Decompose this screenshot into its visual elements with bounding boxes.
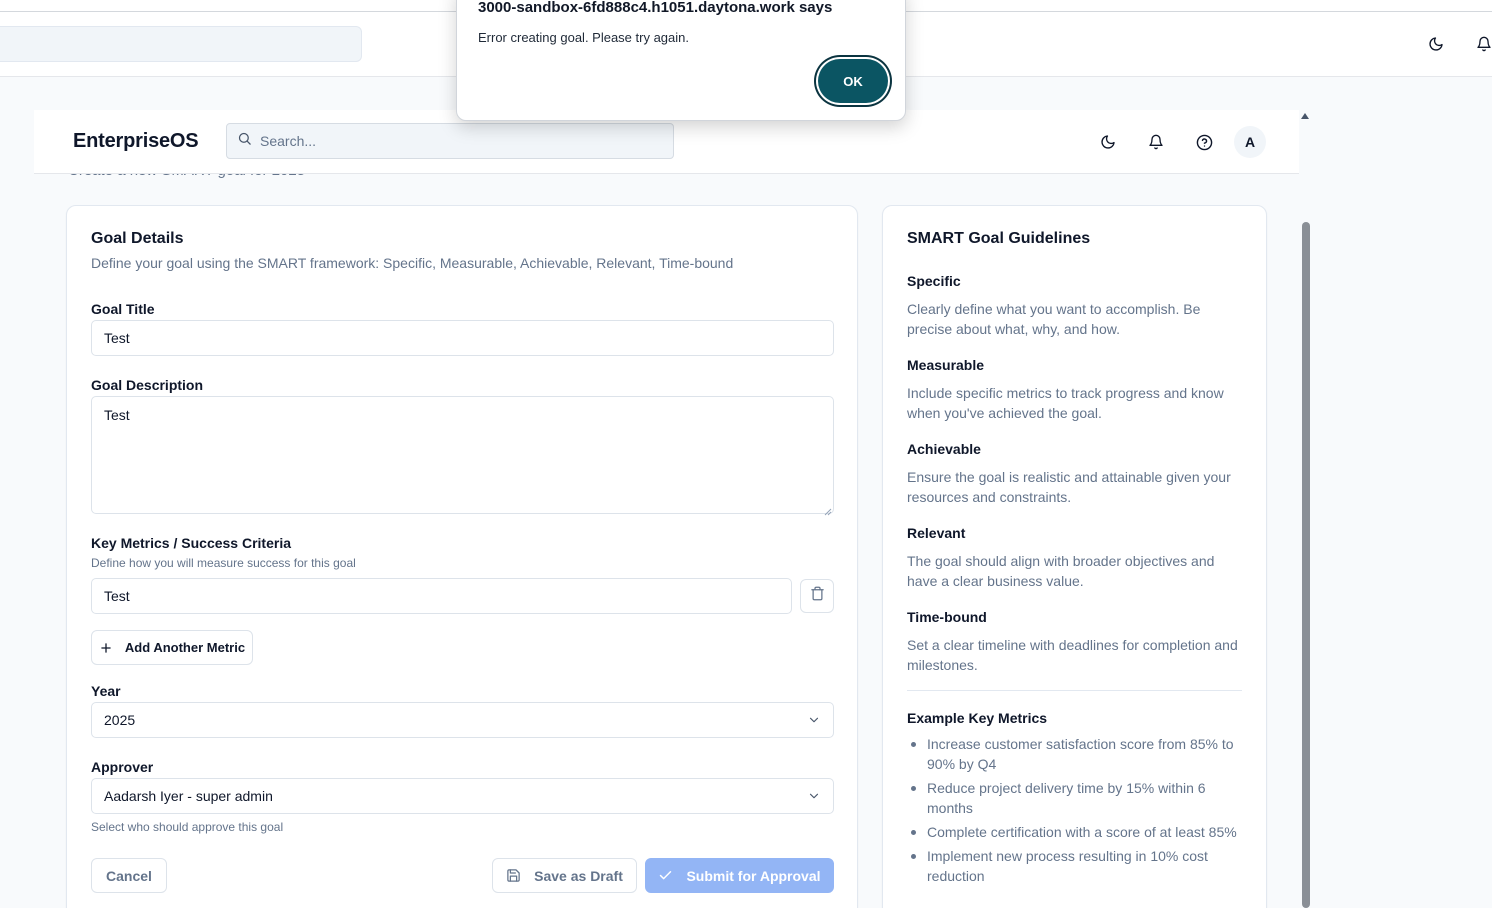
chevron-down-icon bbox=[807, 789, 821, 806]
resize-handle-icon[interactable] bbox=[823, 503, 832, 521]
chevron-down-icon bbox=[807, 713, 821, 730]
metrics-label: Key Metrics / Success Criteria bbox=[91, 535, 291, 551]
scroll-up-arrow-icon[interactable] bbox=[1301, 113, 1309, 119]
outer-search-input[interactable] bbox=[0, 26, 362, 62]
moon-icon[interactable] bbox=[1096, 130, 1120, 154]
list-item: Implement new process resulting in 10% c… bbox=[907, 846, 1247, 886]
guideline-relevant-text: The goal should align with broader objec… bbox=[907, 553, 1215, 589]
guideline-achievable-title: Achievable bbox=[907, 441, 981, 457]
guideline-specific-text: Clearly define what you want to accompli… bbox=[907, 301, 1201, 337]
submit-approval-label: Submit for Approval bbox=[686, 867, 821, 884]
approver-select[interactable]: Aadarsh Iyer - super admin bbox=[91, 778, 834, 814]
search-bar[interactable] bbox=[226, 123, 674, 159]
approver-value: Aadarsh Iyer - super admin bbox=[104, 788, 273, 804]
list-item: Increase customer satisfaction score fro… bbox=[907, 734, 1247, 774]
save-draft-button[interactable]: Save as Draft bbox=[492, 858, 637, 893]
smart-guidelines-card: SMART Goal Guidelines Specific Clearly d… bbox=[882, 205, 1267, 908]
list-item: Complete certification with a score of a… bbox=[907, 822, 1247, 842]
goal-details-title: Goal Details bbox=[91, 230, 184, 247]
guideline-measurable-title: Measurable bbox=[907, 357, 985, 373]
app-frame: EnterpriseOS A Create a new SMART goal f… bbox=[34, 110, 1299, 908]
bell-icon[interactable] bbox=[1474, 34, 1492, 54]
guideline-specific-title: Specific bbox=[907, 273, 961, 289]
add-metric-label: Add Another Metric bbox=[124, 640, 246, 655]
example-metrics-title: Example Key Metrics bbox=[907, 710, 1048, 726]
year-label: Year bbox=[91, 683, 121, 699]
goal-title-label: Goal Title bbox=[91, 301, 155, 317]
bell-icon[interactable] bbox=[1144, 130, 1168, 154]
add-metric-button[interactable]: Add Another Metric bbox=[91, 630, 253, 665]
alert-dialog: 3000-sandbox-6fd888c4.h1051.daytona.work… bbox=[456, 0, 906, 121]
trash-icon bbox=[810, 586, 825, 606]
year-select[interactable]: 2025 bbox=[91, 702, 834, 738]
approver-hint: Select who should approve this goal bbox=[91, 820, 284, 834]
submit-approval-button[interactable]: Submit for Approval bbox=[645, 858, 834, 893]
plus-icon bbox=[99, 641, 113, 655]
scrollbar-thumb[interactable] bbox=[1302, 222, 1310, 908]
goal-details-card: Goal Details Define your goal using the … bbox=[66, 205, 858, 908]
delete-metric-button[interactable] bbox=[800, 579, 834, 613]
guideline-timebound-text: Set a clear timeline with deadlines for … bbox=[907, 637, 1238, 673]
year-value: 2025 bbox=[104, 712, 136, 728]
avatar[interactable]: A bbox=[1234, 126, 1266, 158]
guideline-relevant-title: Relevant bbox=[907, 525, 966, 541]
cancel-button[interactable]: Cancel bbox=[91, 858, 167, 893]
example-metrics-list: Increase customer satisfaction score fro… bbox=[907, 734, 1247, 890]
search-icon bbox=[237, 131, 252, 151]
ok-button[interactable]: OK bbox=[818, 59, 888, 103]
divider bbox=[907, 690, 1242, 691]
guidelines-title: SMART Goal Guidelines bbox=[907, 230, 1091, 247]
check-icon bbox=[658, 868, 673, 883]
save-draft-label: Save as Draft bbox=[534, 867, 623, 884]
goal-title-input[interactable]: Test bbox=[91, 320, 834, 356]
save-icon bbox=[506, 868, 521, 883]
goal-description-label: Goal Description bbox=[91, 377, 204, 393]
goal-details-description: Define your goal using the SMART framewo… bbox=[91, 255, 734, 271]
goal-description-textarea[interactable]: Test bbox=[91, 396, 834, 514]
guideline-measurable-text: Include specific metrics to track progre… bbox=[907, 385, 1224, 421]
guideline-timebound-title: Time-bound bbox=[907, 609, 987, 625]
dialog-title: 3000-sandbox-6fd888c4.h1051.daytona.work… bbox=[478, 0, 833, 16]
search-input[interactable] bbox=[260, 133, 640, 149]
metrics-hint: Define how you will measure success for … bbox=[91, 556, 356, 570]
metric-input[interactable]: Test bbox=[91, 578, 792, 614]
guideline-achievable-text: Ensure the goal is realistic and attaina… bbox=[907, 469, 1231, 505]
approver-label: Approver bbox=[91, 759, 154, 775]
dialog-message: Error creating goal. Please try again. bbox=[478, 30, 689, 45]
moon-icon[interactable] bbox=[1426, 34, 1446, 54]
brand-logo[interactable]: EnterpriseOS bbox=[73, 130, 199, 153]
list-item: Reduce project delivery time by 15% with… bbox=[907, 778, 1247, 818]
help-icon[interactable] bbox=[1192, 130, 1216, 154]
